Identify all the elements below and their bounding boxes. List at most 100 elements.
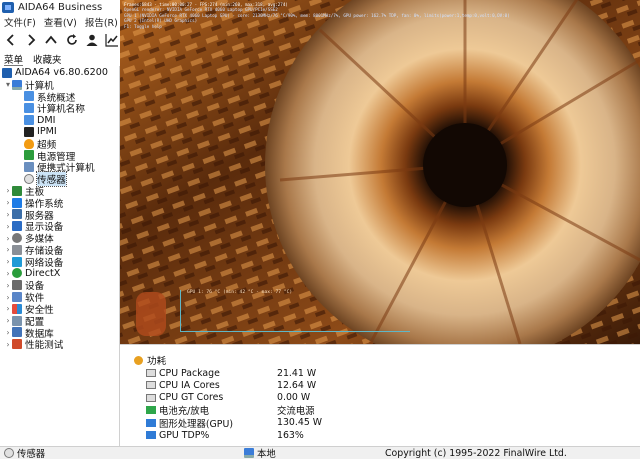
local-computer-icon [244,448,254,458]
expand-arrow-icon[interactable]: › [4,293,12,302]
sensor-name: CPU Package [146,368,276,379]
tree-item-icon [24,174,34,185]
sensor-value: 130.45 W [277,417,323,429]
sensor-row[interactable]: CPU Package 21.41 W [146,367,626,379]
expand-arrow-icon[interactable]: › [4,210,12,219]
tree-item-icon [12,256,22,267]
sensor-name-text: CPU GT Cores [159,392,224,404]
collapse-arrow-icon[interactable]: ▾ [4,80,12,89]
sensor-name: CPU IA Cores [146,380,276,391]
tree-item-icon [24,91,34,102]
fps-overlay: Frames:6843 · time:00:00:27 · FPS:274 (m… [124,2,510,29]
expand-arrow-icon[interactable]: › [4,186,12,195]
tab-favorites[interactable]: 收藏夹 [33,52,62,66]
status-page: 传感器 [17,449,46,459]
forward-button[interactable] [23,32,38,48]
back-button[interactable] [3,32,18,48]
expand-arrow-icon[interactable]: › [4,198,12,207]
power-section-icon [134,355,143,365]
tree-item-icon [12,292,22,303]
tree-item-label: 计算机名称 [37,104,85,116]
gpu-graph-label: GPU 1: 76 °C (min: 42 °C - max: 77 °C) [187,290,293,295]
sidebar-tabs: 菜单 收藏夹 [0,52,120,66]
expand-arrow-icon[interactable]: › [4,257,12,266]
sensor-row[interactable]: CPU IA Cores 12.64 W [146,379,626,391]
toolbar [0,30,120,50]
sensor-details-list: 功耗 CPU Package 21.41 W CPU IA Cores 12.64 W… [120,344,640,446]
forward-icon [28,34,36,46]
tree-item[interactable]: DMI [24,114,56,126]
chart-button[interactable] [105,32,120,48]
expand-arrow-icon[interactable]: › [4,304,12,313]
status-left: 传感器 [4,446,45,459]
expand-arrow-icon[interactable]: › [4,222,12,231]
expand-arrow-icon[interactable]: › [4,281,12,290]
sensor-value: 交流电源 [277,406,315,418]
status-location: 本地 [257,449,276,459]
sensor-row[interactable]: 图形处理器(GPU) 130.45 W [146,416,626,430]
up-button[interactable] [44,32,59,48]
expand-arrow-icon[interactable]: › [4,316,12,325]
sensor-row[interactable]: GPU TDP% 163% [146,429,626,441]
user-button[interactable] [84,32,99,48]
gpu-icon [146,431,156,439]
menu-view[interactable]: 查看(V) [44,15,77,29]
aida64-icon [2,67,12,78]
tree-item-label: 网络设备 [25,257,64,269]
expand-arrow-icon[interactable]: › [4,245,12,254]
expand-arrow-icon[interactable]: › [4,328,12,337]
tree-item-icon [24,150,34,161]
refresh-icon [66,34,77,45]
aida64-app-icon [2,1,14,13]
refresh-button[interactable] [64,32,79,48]
sensor-value: 21.41 W [277,367,317,379]
gpu-stress-render-view: Frames:6843 · time:00:00:27 · FPS:274 (m… [120,0,640,344]
tree-item-root[interactable]: AIDA64 v6.80.6200 [2,67,108,79]
menu-file[interactable]: 文件(F) [4,15,36,29]
tree-item-icon [24,138,34,149]
sensor-name: 图形处理器(GPU) [146,416,276,430]
section-power: 功耗 [134,353,166,367]
tab-menu[interactable]: 菜单 [4,52,24,66]
tree-item[interactable]: › 网络设备 [4,256,64,269]
battery-icon [146,406,156,415]
chart-icon [105,34,119,47]
cpu-icon [146,393,156,402]
window-title: AIDA64 Business [18,1,103,13]
tree-item-label: DMI [37,114,56,126]
tree-item-icon [12,339,22,350]
tree-item-icon [12,185,22,196]
sensor-icon [4,448,14,458]
tree-item[interactable]: 计算机名称 [24,102,85,116]
expand-arrow-icon[interactable]: › [4,340,12,349]
user-icon [86,34,98,46]
back-icon [6,34,14,46]
status-middle: 本地 [244,446,276,459]
sensor-name-text: CPU IA Cores [159,379,220,391]
expand-arrow-icon[interactable]: › [4,269,12,278]
menu-report[interactable]: 报告(R) [85,15,118,29]
tree-item-icon [12,209,22,220]
section-title: 功耗 [147,356,167,367]
sensor-name: CPU GT Cores [146,392,276,403]
tree-item-icon [12,327,22,338]
cpu-icon [146,381,156,390]
tree-item-icon [12,280,22,291]
sensor-value: 12.64 W [277,379,317,391]
menu-bar: 文件(F) 查看(V) 报告(R) 收 [0,14,135,30]
tree-item-icon [12,79,22,90]
tree-item[interactable]: › 性能测试 [4,338,63,351]
tree-item-icon [12,315,22,326]
tree-item-icon [12,244,22,255]
tree-item-icon [12,303,22,314]
tree-item-icon [12,197,22,208]
aida64-window: AIDA64 Business 文件(F) 查看(V) 报告(R) 收 菜单 收… [0,0,640,459]
tree-item-icon [24,103,34,114]
expand-arrow-icon[interactable]: › [4,234,12,243]
sensor-row[interactable]: 电池充/放电 交流电源 [146,404,626,418]
navigation-tree: AIDA64 v6.80.6200 ▾ 计算机 系统概述 计算机名称 DMI IPMI 超频… [0,66,120,446]
tree-item-icon [12,233,22,244]
tree-item-icon [24,126,34,137]
tree-item-icon [24,115,34,126]
sensor-row[interactable]: CPU GT Cores 0.00 W [146,392,626,404]
